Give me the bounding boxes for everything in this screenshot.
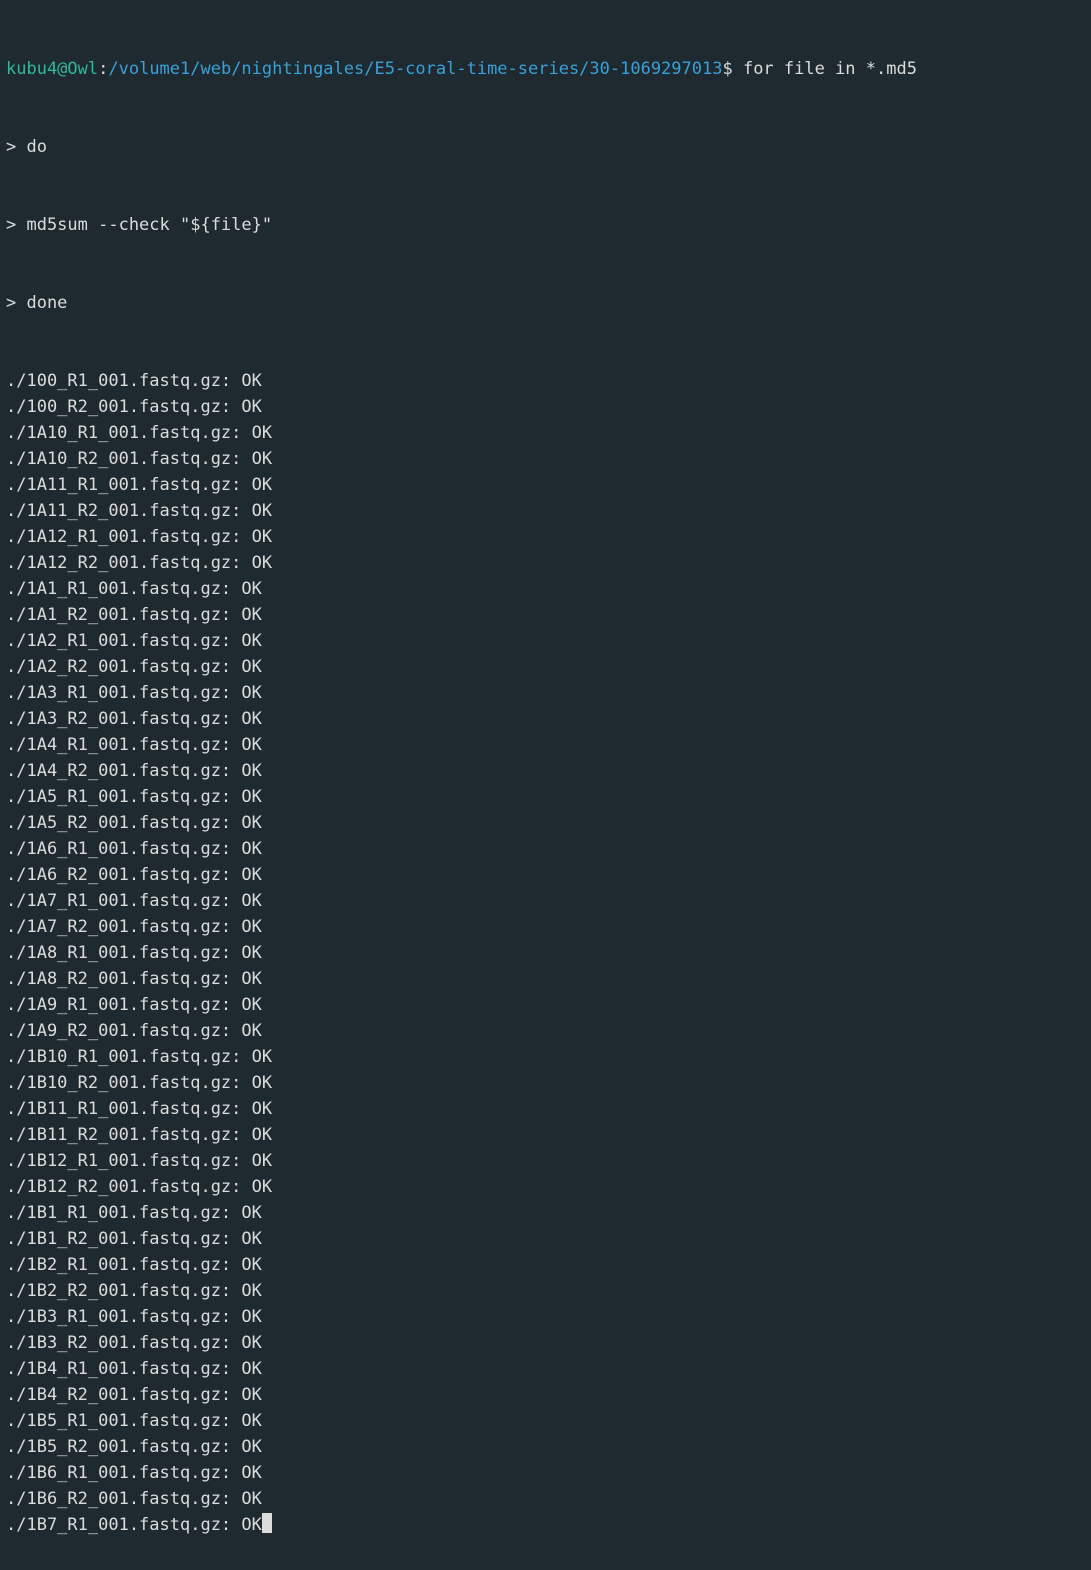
output-line: ./100_R1_001.fastq.gz: OK bbox=[6, 368, 1085, 394]
command-continuation: > done bbox=[6, 290, 1085, 316]
output-line: ./1B2_R1_001.fastq.gz: OK bbox=[6, 1252, 1085, 1278]
output-block: ./100_R1_001.fastq.gz: OK./100_R2_001.fa… bbox=[6, 368, 1085, 1538]
output-line: ./1A7_R2_001.fastq.gz: OK bbox=[6, 914, 1085, 940]
output-line: ./1B12_R1_001.fastq.gz: OK bbox=[6, 1148, 1085, 1174]
terminal[interactable]: kubu4@Owl:/volume1/web/nightingales/E5-c… bbox=[0, 0, 1091, 1570]
output-line: ./1B6_R1_001.fastq.gz: OK bbox=[6, 1460, 1085, 1486]
output-line: ./1A3_R2_001.fastq.gz: OK bbox=[6, 706, 1085, 732]
output-line: ./1A8_R2_001.fastq.gz: OK bbox=[6, 966, 1085, 992]
output-line: ./1B10_R2_001.fastq.gz: OK bbox=[6, 1070, 1085, 1096]
output-line: ./1A4_R1_001.fastq.gz: OK bbox=[6, 732, 1085, 758]
output-line: ./1A11_R1_001.fastq.gz: OK bbox=[6, 472, 1085, 498]
output-line: ./1B6_R2_001.fastq.gz: OK bbox=[6, 1486, 1085, 1512]
command-continuation: > md5sum --check "${file}" bbox=[6, 212, 1085, 238]
output-line: ./1A2_R2_001.fastq.gz: OK bbox=[6, 654, 1085, 680]
command-continuation: > do bbox=[6, 134, 1085, 160]
output-line: ./1B5_R1_001.fastq.gz: OK bbox=[6, 1408, 1085, 1434]
output-line: ./1A4_R2_001.fastq.gz: OK bbox=[6, 758, 1085, 784]
output-line: ./1A12_R2_001.fastq.gz: OK bbox=[6, 550, 1085, 576]
output-line: ./1A9_R2_001.fastq.gz: OK bbox=[6, 1018, 1085, 1044]
output-line: ./1A12_R1_001.fastq.gz: OK bbox=[6, 524, 1085, 550]
prompt-dollar: $ bbox=[722, 59, 742, 79]
output-line: ./1A6_R2_001.fastq.gz: OK bbox=[6, 862, 1085, 888]
output-line: ./1A7_R1_001.fastq.gz: OK bbox=[6, 888, 1085, 914]
output-line: ./1A8_R1_001.fastq.gz: OK bbox=[6, 940, 1085, 966]
output-line: ./100_R2_001.fastq.gz: OK bbox=[6, 394, 1085, 420]
output-line: ./1A6_R1_001.fastq.gz: OK bbox=[6, 836, 1085, 862]
output-line: ./1B1_R2_001.fastq.gz: OK bbox=[6, 1226, 1085, 1252]
output-line: ./1A9_R1_001.fastq.gz: OK bbox=[6, 992, 1085, 1018]
output-line: ./1A10_R2_001.fastq.gz: OK bbox=[6, 446, 1085, 472]
prompt-colon: : bbox=[98, 59, 108, 79]
output-line: ./1B5_R2_001.fastq.gz: OK bbox=[6, 1434, 1085, 1460]
output-line: ./1A10_R1_001.fastq.gz: OK bbox=[6, 420, 1085, 446]
output-line: ./1B4_R1_001.fastq.gz: OK bbox=[6, 1356, 1085, 1382]
prompt-user-host: kubu4@Owl bbox=[6, 59, 98, 79]
cursor-icon bbox=[262, 1513, 272, 1533]
output-line: ./1B4_R2_001.fastq.gz: OK bbox=[6, 1382, 1085, 1408]
output-line: ./1B12_R2_001.fastq.gz: OK bbox=[6, 1174, 1085, 1200]
output-line: ./1B7_R1_001.fastq.gz: OK bbox=[6, 1512, 1085, 1538]
prompt-line: kubu4@Owl:/volume1/web/nightingales/E5-c… bbox=[6, 56, 1085, 82]
output-line: ./1B10_R1_001.fastq.gz: OK bbox=[6, 1044, 1085, 1070]
output-line: ./1A11_R2_001.fastq.gz: OK bbox=[6, 498, 1085, 524]
output-line: ./1B11_R1_001.fastq.gz: OK bbox=[6, 1096, 1085, 1122]
output-line: ./1A1_R1_001.fastq.gz: OK bbox=[6, 576, 1085, 602]
output-line: ./1B2_R2_001.fastq.gz: OK bbox=[6, 1278, 1085, 1304]
output-line: ./1A5_R2_001.fastq.gz: OK bbox=[6, 810, 1085, 836]
output-line: ./1A2_R1_001.fastq.gz: OK bbox=[6, 628, 1085, 654]
prompt-path: /volume1/web/nightingales/E5-coral-time-… bbox=[108, 59, 722, 79]
command-text: for file in *.md5 bbox=[743, 59, 917, 79]
output-line: ./1A3_R1_001.fastq.gz: OK bbox=[6, 680, 1085, 706]
output-line: ./1B3_R2_001.fastq.gz: OK bbox=[6, 1330, 1085, 1356]
output-line: ./1B1_R1_001.fastq.gz: OK bbox=[6, 1200, 1085, 1226]
output-line: ./1B3_R1_001.fastq.gz: OK bbox=[6, 1304, 1085, 1330]
output-line: ./1A5_R1_001.fastq.gz: OK bbox=[6, 784, 1085, 810]
output-line: ./1B11_R2_001.fastq.gz: OK bbox=[6, 1122, 1085, 1148]
output-line: ./1A1_R2_001.fastq.gz: OK bbox=[6, 602, 1085, 628]
